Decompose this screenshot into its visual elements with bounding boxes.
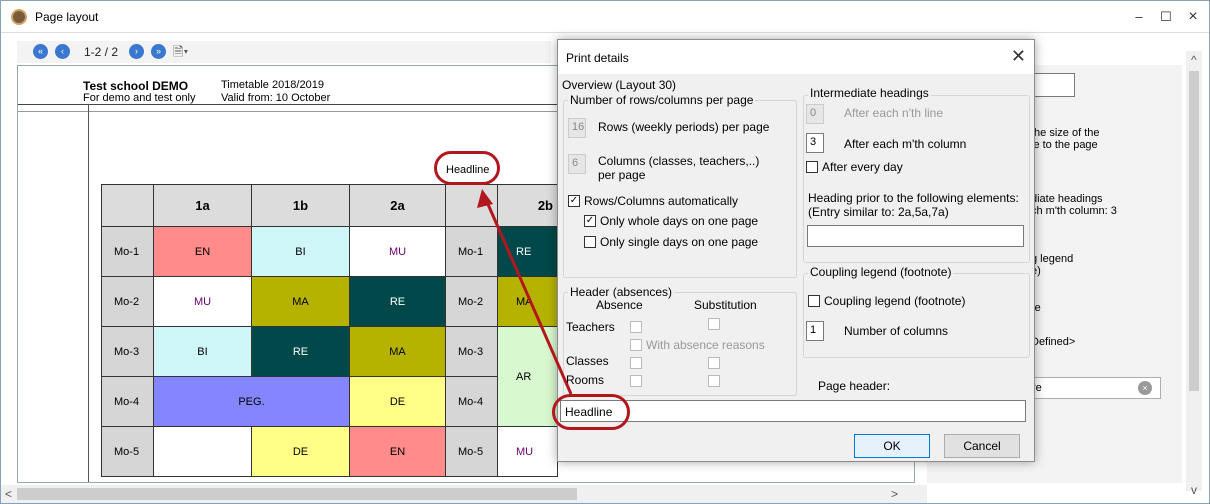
column-header: 1b (251, 184, 350, 227)
timetable-grid: 1a 1b 2a 2b Mo-1 EN BI MU Mo-1 RE Mo-2 M… (101, 184, 558, 477)
scroll-left-icon[interactable]: < (5, 487, 12, 501)
classes-absence-checkbox[interactable] (630, 357, 642, 369)
column-header: 1a (153, 184, 252, 227)
rows-per-page-field[interactable]: 16 (568, 118, 586, 138)
table-row: Mo-3 BI RE MA Mo-3 AR (101, 326, 558, 427)
ok-button[interactable]: OK (854, 434, 930, 458)
table-row: Mo-4 PEG. DE Mo-4 (101, 376, 558, 427)
teachers-absence-checkbox[interactable] (630, 321, 642, 333)
column-header: 2a (349, 184, 446, 227)
table-row: Mo-1 EN BI MU Mo-1 RE (101, 226, 558, 277)
last-page-icon[interactable]: » (151, 44, 166, 59)
scroll-down-icon[interactable]: v (1191, 483, 1197, 497)
scroll-right-icon[interactable]: > (891, 487, 898, 501)
window-title: Page layout (35, 10, 99, 24)
rooms-absence-checkbox[interactable] (630, 375, 642, 387)
dialog-title-bar: Print details ✕ (558, 40, 1034, 74)
first-page-icon[interactable]: « (33, 44, 48, 59)
dialog-title: Print details (566, 51, 629, 65)
page-menu-icon[interactable]: 🗎▾ (173, 43, 188, 65)
mth-column-field[interactable]: 3 (806, 133, 824, 153)
page-counter: 1-2 / 2 (84, 45, 119, 59)
app-clock-icon (11, 9, 27, 25)
dialog-close-icon[interactable]: ✕ (1011, 46, 1026, 67)
settings-button[interactable]: re × (1027, 377, 1161, 399)
scroll-up-icon[interactable]: ^ (1191, 53, 1197, 67)
absence-reasons-checkbox[interactable] (630, 339, 642, 351)
column-header: 2b (497, 184, 558, 227)
single-days-checkbox[interactable] (584, 236, 596, 248)
every-day-checkbox[interactable] (806, 161, 818, 173)
auto-rows-cols-checkbox[interactable]: ✓ (568, 195, 580, 207)
school-name: Test school DEMO (83, 79, 189, 93)
minimize-button[interactable]: – (1129, 7, 1149, 27)
print-details-dialog: Print details ✕ Overview (Layout 30) Num… (557, 39, 1035, 462)
valid-from-label: Valid from: 10 October (221, 92, 331, 104)
next-page-icon[interactable]: › (129, 44, 144, 59)
number-of-columns-field[interactable]: 1 (806, 321, 824, 341)
headline-preview-highlight (434, 151, 500, 185)
coupling-legend-checkbox[interactable] (808, 295, 820, 307)
overview-label: Overview (Layout 30) (562, 78, 677, 92)
cancel-button[interactable]: Cancel (944, 434, 1020, 458)
rooms-substitution-checkbox[interactable] (708, 375, 720, 387)
coupling-legend-group (803, 273, 1030, 358)
nth-line-field[interactable]: 0 (806, 104, 824, 124)
school-subtitle: For demo and test only (83, 92, 196, 104)
table-row: Mo-2 MU MA RE Mo-2 MA (101, 276, 558, 327)
previous-page-icon[interactable]: ‹ (55, 44, 70, 59)
teachers-substitution-checkbox[interactable] (708, 318, 720, 330)
page-header-highlight (552, 394, 630, 430)
horizontal-scrollbar[interactable] (1, 485, 927, 503)
cols-per-page-field[interactable]: 6 (568, 154, 586, 174)
whole-days-checkbox[interactable]: ✓ (584, 215, 596, 227)
preview-toolbar: « ‹ 1-2 / 2 › » 🗎▾ (17, 41, 551, 63)
heading-elements-input[interactable] (807, 225, 1024, 247)
close-button[interactable]: × (1183, 7, 1203, 27)
title-bar: Page layout – ☐ × (1, 1, 1209, 33)
classes-substitution-checkbox[interactable] (708, 357, 720, 369)
remove-icon[interactable]: × (1138, 381, 1152, 395)
page-layout-window: Page layout – ☐ × « ‹ 1-2 / 2 › » 🗎▾ Tes… (0, 0, 1210, 504)
maximize-button[interactable]: ☐ (1156, 7, 1176, 27)
table-row: Mo-5 DE EN Mo-5 MU (101, 426, 558, 477)
vertical-scrollbar[interactable] (1186, 51, 1202, 491)
timetable-label: Timetable 2018/2019 (221, 79, 324, 91)
